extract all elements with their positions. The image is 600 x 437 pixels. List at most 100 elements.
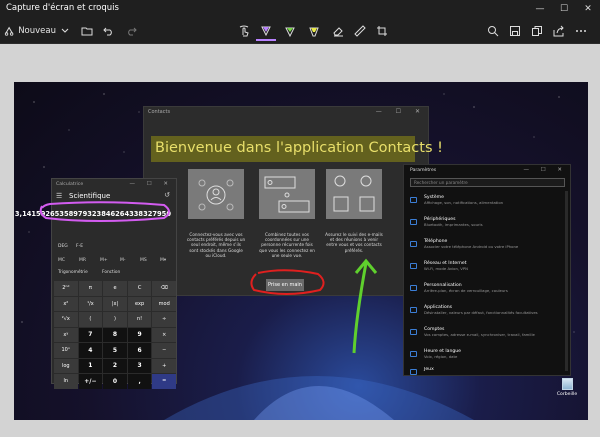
contacts-welcome-heading: Bienvenue dans l'application Contacts !: [155, 140, 443, 156]
maximize-button[interactable]: ☐: [552, 0, 576, 18]
pencil-button[interactable]: [280, 21, 300, 41]
settings-search-input[interactable]: Rechercher un paramètre: [410, 178, 565, 187]
zoom-button[interactable]: [484, 21, 502, 41]
screenshot-canvas[interactable]: Contacts — ☐ ✕ Bienvenue dans l'applicat…: [14, 82, 588, 420]
app-title: Capture d'écran et croquis: [6, 3, 119, 13]
equals-key[interactable]: =: [152, 374, 176, 389]
fe-toggle[interactable]: F-E: [76, 244, 83, 249]
crop-button[interactable]: [372, 21, 392, 41]
calc-key[interactable]: e: [103, 281, 127, 296]
minimize-button[interactable]: —: [528, 0, 552, 18]
share-button[interactable]: [550, 21, 568, 41]
contacts-card-1-text: Connectez-vous avec vos contacts préféré…: [186, 232, 246, 258]
save-button[interactable]: [506, 21, 524, 41]
eraser-button[interactable]: [328, 21, 348, 41]
calc-key[interactable]: 6: [127, 343, 152, 358]
settings-scrollbar[interactable]: [565, 191, 568, 371]
trigonometry-dropdown[interactable]: Trigonométrie: [58, 270, 88, 275]
calc-key[interactable]: 9: [127, 327, 152, 342]
contacts-window-controls[interactable]: — ☐ ✕: [376, 108, 426, 115]
settings-item-desc: Arrière-plan, écran de verrouillage, cou…: [424, 288, 508, 293]
apps-list-icon: [410, 307, 417, 313]
settings-item-apps[interactable]: Applications Désinstaller, valeurs par d…: [410, 305, 560, 327]
gamepad-icon: [410, 369, 417, 375]
settings-item-system[interactable]: Système Affichage, son, notifications, a…: [410, 195, 560, 217]
settings-item-accounts[interactable]: Comptes Vos comptes, adresse e-mail, syn…: [410, 327, 560, 349]
get-started-button[interactable]: Prise en main: [266, 279, 304, 291]
settings-item-personalization[interactable]: Personnalisation Arrière-plan, écran de …: [410, 283, 560, 305]
calc-key[interactable]: log: [54, 358, 78, 373]
person-icon: [410, 329, 417, 335]
memory-subtract-button[interactable]: M-: [120, 258, 126, 263]
calc-key[interactable]: 3: [127, 358, 152, 373]
new-button[interactable]: Nouveau: [4, 21, 56, 41]
undo-button[interactable]: [100, 21, 118, 41]
calc-key[interactable]: ×: [152, 327, 176, 342]
open-button[interactable]: [78, 21, 96, 41]
calc-key[interactable]: 4: [78, 343, 103, 358]
laptop-icon: [410, 197, 417, 203]
contacts-window: Contacts — ☐ ✕ Bienvenue dans l'applicat…: [143, 106, 443, 296]
calc-key[interactable]: xʸ: [54, 327, 78, 342]
calc-key[interactable]: 2ⁿᵈ: [54, 281, 78, 296]
contacts-card-3: [326, 169, 382, 219]
calc-key[interactable]: 5: [103, 343, 127, 358]
calc-key[interactable]: 0: [103, 374, 127, 389]
clock-language-icon: [410, 351, 417, 357]
redo-button[interactable]: [122, 21, 140, 41]
calc-key[interactable]: ,: [127, 374, 152, 389]
recycle-bin[interactable]: Corbeille: [553, 378, 581, 397]
calc-key[interactable]: 2: [103, 358, 127, 373]
ruler-button[interactable]: [350, 21, 370, 41]
contacts-card-3-text: Assurez le suivi des e-mails et des réun…: [325, 232, 383, 253]
calc-key[interactable]: |x|: [103, 296, 127, 311]
memory-recall-button[interactable]: MR: [79, 258, 86, 263]
calc-key[interactable]: ): [103, 312, 127, 327]
globe-icon: [410, 263, 417, 269]
settings-window-controls[interactable]: — ☐ ✕: [523, 167, 567, 173]
calc-key[interactable]: 1: [78, 358, 103, 373]
close-button[interactable]: ✕: [576, 0, 600, 18]
calc-key[interactable]: −: [152, 343, 176, 358]
settings-item-devices[interactable]: Périphériques Bluetooth, imprimantes, so…: [410, 217, 560, 239]
settings-item-gaming[interactable]: Jeux: [410, 367, 560, 376]
calc-key[interactable]: n!: [127, 312, 152, 327]
ballpoint-pen-button[interactable]: [256, 21, 276, 41]
settings-item-phone[interactable]: Téléphone Associer votre téléphone Andro…: [410, 239, 560, 261]
calculator-window-controls[interactable]: — ☐ ✕: [129, 181, 173, 187]
calc-key[interactable]: ÷: [152, 312, 176, 327]
contacts-card-2: [259, 169, 315, 219]
calc-key[interactable]: 8: [103, 327, 127, 342]
memory-add-button[interactable]: M+: [100, 258, 108, 263]
hamburger-menu-icon[interactable]: ☰: [56, 192, 62, 200]
calc-key[interactable]: ²√x: [54, 312, 78, 327]
memory-list-button[interactable]: M▾: [160, 258, 166, 263]
calc-key[interactable]: +: [152, 358, 176, 373]
calc-key[interactable]: (: [78, 312, 103, 327]
highlighter-button[interactable]: [304, 21, 324, 41]
calc-key[interactable]: +/−: [78, 374, 103, 389]
copy-button[interactable]: [528, 21, 546, 41]
contact-followup-icon: [333, 175, 375, 212]
deg-toggle[interactable]: DEG: [58, 244, 68, 249]
calc-key[interactable]: 10ˣ: [54, 343, 78, 358]
calc-key[interactable]: mod: [152, 296, 176, 311]
calc-key[interactable]: exp: [127, 296, 152, 311]
calc-key[interactable]: 7: [78, 327, 103, 342]
memory-clear-button[interactable]: MC: [58, 258, 65, 263]
more-button[interactable]: [572, 21, 590, 41]
calc-key[interactable]: ¹/x: [78, 296, 103, 311]
highlighter-icon: [309, 27, 319, 37]
calc-key[interactable]: π: [78, 281, 103, 296]
new-dropdown-button[interactable]: [58, 21, 72, 41]
calc-key[interactable]: ln: [54, 374, 78, 389]
calc-key[interactable]: x²: [54, 296, 78, 311]
contacts-card-2-text: Combinez toutes vos coordonnées sur une …: [259, 232, 315, 258]
memory-store-button[interactable]: MS: [140, 258, 147, 263]
calc-key[interactable]: ⌫: [152, 281, 176, 296]
history-icon[interactable]: ↺: [164, 191, 170, 199]
function-dropdown[interactable]: Fonction: [102, 270, 120, 275]
calc-key[interactable]: C: [127, 281, 152, 296]
settings-item-network[interactable]: Réseau et Internet Wi-Fi, mode Avion, VP…: [410, 261, 560, 283]
touch-writing-button[interactable]: [234, 21, 254, 41]
